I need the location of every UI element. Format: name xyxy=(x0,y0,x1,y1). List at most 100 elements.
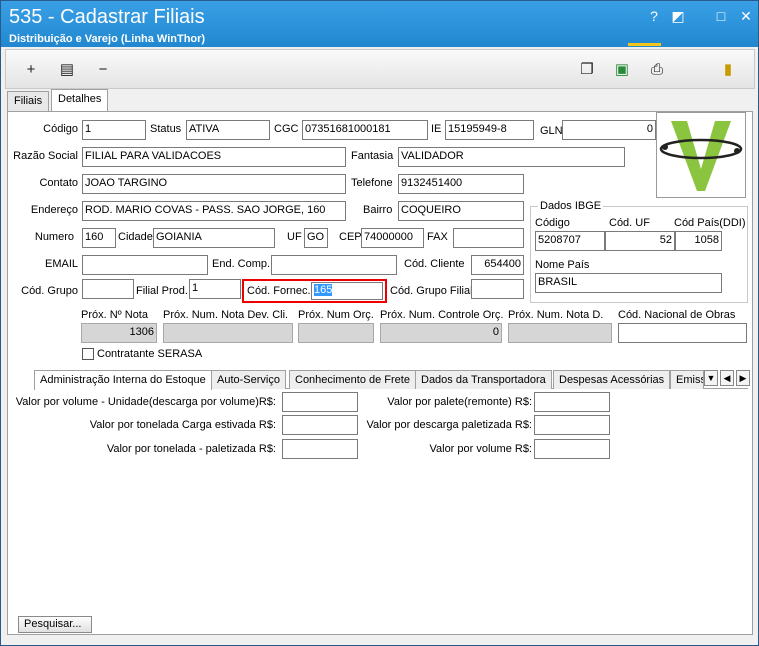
cod-obras-label: Cód. Nacional de Obras xyxy=(618,309,736,321)
valor-volume-unidade-field[interactable] xyxy=(282,392,358,412)
cidade-field[interactable]: GOIANIA xyxy=(153,228,275,248)
subtab-auto-servico[interactable]: Auto-Serviço xyxy=(211,370,286,389)
toolbar: + ▤ − ❐ ▣ ⎙ ▮ xyxy=(5,49,755,89)
prox-nota-d-field xyxy=(508,323,612,343)
codigo-field[interactable]: 1 xyxy=(82,120,146,140)
cod-grupo-filial-label: Cód. Grupo Filial xyxy=(390,285,473,297)
email-field[interactable] xyxy=(82,255,208,275)
valor-descarga-paletizada-field[interactable] xyxy=(534,415,610,435)
calculator-icon[interactable]: ▣ xyxy=(613,61,631,79)
pesquisar-button[interactable]: Pesquisar... xyxy=(18,616,92,633)
valor-palete-field[interactable] xyxy=(534,392,610,412)
print-icon[interactable]: ⎙ xyxy=(648,61,666,79)
minimize-button[interactable]: □ xyxy=(712,7,730,25)
valor-volume-field[interactable] xyxy=(534,439,610,459)
help-button[interactable]: ? xyxy=(645,7,663,25)
prox-nota-dev-label: Próx. Num. Nota Dev. Cli. xyxy=(163,309,289,321)
cidade-label: Cidade xyxy=(118,231,153,243)
valor-volume-unidade-label: Valor por volume - Unidade(descarga por … xyxy=(15,396,276,408)
numero-field[interactable]: 160 xyxy=(82,228,116,248)
bairro-field[interactable]: COQUEIRO xyxy=(398,201,524,221)
subtab-dados-transportadora[interactable]: Dados da Transportadora xyxy=(415,370,552,389)
nome-pais-label: Nome País xyxy=(535,259,590,271)
cod-obras-field[interactable] xyxy=(618,323,747,343)
filial-prod-label: Filial Prod. xyxy=(136,285,188,297)
cod-fornec-field[interactable]: 165 xyxy=(311,282,383,300)
prox-nota-d-label: Próx. Num. Nota D. xyxy=(508,309,604,321)
exit-door-icon[interactable]: ▮ xyxy=(719,61,737,79)
close-button[interactable]: ✕ xyxy=(737,7,755,25)
ibge-cod-uf-label: Cód. UF xyxy=(609,217,650,229)
prox-orc-label: Próx. Num Orç. xyxy=(298,309,374,321)
nome-pais-field[interactable]: BRASIL xyxy=(535,273,722,293)
edit-document-icon[interactable]: ▤ xyxy=(58,61,76,79)
end-comp-label: End. Comp. xyxy=(212,258,271,270)
ie-field[interactable]: 15195949-8 xyxy=(445,120,534,140)
contato-label: Contato xyxy=(39,177,78,189)
cep-field[interactable]: 74000000 xyxy=(361,228,424,248)
company-logo xyxy=(656,112,746,198)
cod-grupo-filial-field[interactable] xyxy=(471,279,524,299)
add-icon[interactable]: + xyxy=(22,61,40,79)
serasa-checkbox[interactable] xyxy=(82,348,94,360)
cod-cliente-label: Cód. Cliente xyxy=(404,258,465,270)
gln-field[interactable]: 0 xyxy=(562,120,656,140)
fax-field[interactable] xyxy=(453,228,524,248)
ibge-codigo-field[interactable]: 5208707 xyxy=(535,231,605,251)
window-title: 535 - Cadastrar Filiais xyxy=(9,6,205,28)
winthor-logo-icon xyxy=(659,121,743,191)
telefone-field[interactable]: 9132451400 xyxy=(398,174,524,194)
endereco-field[interactable]: ROD. MARIO COVAS - PASS. SAO JORGE, 160 xyxy=(82,201,346,221)
ibge-cod-pais-field[interactable]: 1058 xyxy=(675,231,722,251)
subtab-administracao-estoque[interactable]: Administração Interna do Estoque xyxy=(34,370,212,390)
ibge-cod-pais-label: Cód País(DDI) xyxy=(674,217,746,229)
fantasia-label: Fantasia xyxy=(351,150,394,162)
prox-controle-field: 0 xyxy=(380,323,502,343)
ibge-cod-uf-field[interactable]: 52 xyxy=(605,231,675,251)
contato-field[interactable]: JOAO TARGINO xyxy=(82,174,346,194)
app-window: 535 - Cadastrar Filiais Distribuição e V… xyxy=(0,0,759,646)
remove-icon[interactable]: − xyxy=(94,61,112,79)
cod-cliente-field[interactable]: 654400 xyxy=(471,255,524,275)
fax-label: FAX xyxy=(427,231,448,243)
window-subtitle: Distribuição e Varejo (Linha WinThor) xyxy=(9,33,206,45)
subtab-dropdown-icon[interactable]: ▼ xyxy=(704,370,718,386)
fantasia-field[interactable]: VALIDADOR xyxy=(398,147,625,167)
uf-label: UF xyxy=(287,231,302,243)
valor-volume-label: Valor por volume R$: xyxy=(429,443,532,455)
filial-prod-field[interactable]: 1 xyxy=(189,279,241,299)
ibge-group-title: Dados IBGE xyxy=(538,200,604,212)
telefone-label: Telefone xyxy=(351,177,393,189)
status-label: Status xyxy=(150,123,182,135)
subtab-conhecimento-frete[interactable]: Conhecimento de Frete xyxy=(289,370,416,389)
razao-social-field[interactable]: FILIAL PARA VALIDACOES xyxy=(82,147,346,167)
prox-nota-field: 1306 xyxy=(81,323,157,343)
cgc-label: CGC xyxy=(274,123,299,135)
scroll-left-icon[interactable]: ◀ xyxy=(720,370,734,386)
tab-filiais[interactable]: Filiais xyxy=(7,91,50,111)
cod-fornec-label: Cód. Fornec. xyxy=(247,285,311,297)
tab-detalhes[interactable]: Detalhes xyxy=(51,89,109,111)
restore-button[interactable]: ◩ xyxy=(669,7,687,25)
cgc-field[interactable]: 07351681000181 xyxy=(302,120,428,140)
copy-icon[interactable]: ❐ xyxy=(578,61,596,79)
valor-tonelada-estivada-field[interactable] xyxy=(282,415,358,435)
valor-descarga-paletizada-label: Valor por descarga paletizada R$: xyxy=(366,419,532,431)
ibge-codigo-label: Código xyxy=(535,217,570,229)
valor-tonelada-estivada-label: Valor por tonelada Carga estivada R$: xyxy=(89,419,276,431)
cod-grupo-field[interactable] xyxy=(82,279,134,299)
subtab-emissao[interactable]: Emiss xyxy=(670,370,704,389)
scroll-right-icon[interactable]: ▶ xyxy=(736,370,750,386)
cod-grupo-label: Cód. Grupo xyxy=(21,285,78,297)
razao-social-label: Razão Social xyxy=(13,150,78,162)
serasa-label: Contratante SERASA xyxy=(97,348,203,360)
subtab-despesas-acessorias[interactable]: Despesas Acessórias xyxy=(553,370,671,389)
valor-tonelada-paletizada-label: Valor por tonelada - paletizada R$: xyxy=(106,443,276,455)
uf-field[interactable]: GO xyxy=(304,228,328,248)
valor-tonelada-paletizada-field[interactable] xyxy=(282,439,358,459)
end-comp-field[interactable] xyxy=(271,255,397,275)
prox-nota-label: Próx. Nº Nota xyxy=(81,309,148,321)
email-label: EMAIL xyxy=(44,258,78,270)
codigo-label: Código xyxy=(43,123,78,135)
status-field[interactable]: ATIVA xyxy=(186,120,270,140)
